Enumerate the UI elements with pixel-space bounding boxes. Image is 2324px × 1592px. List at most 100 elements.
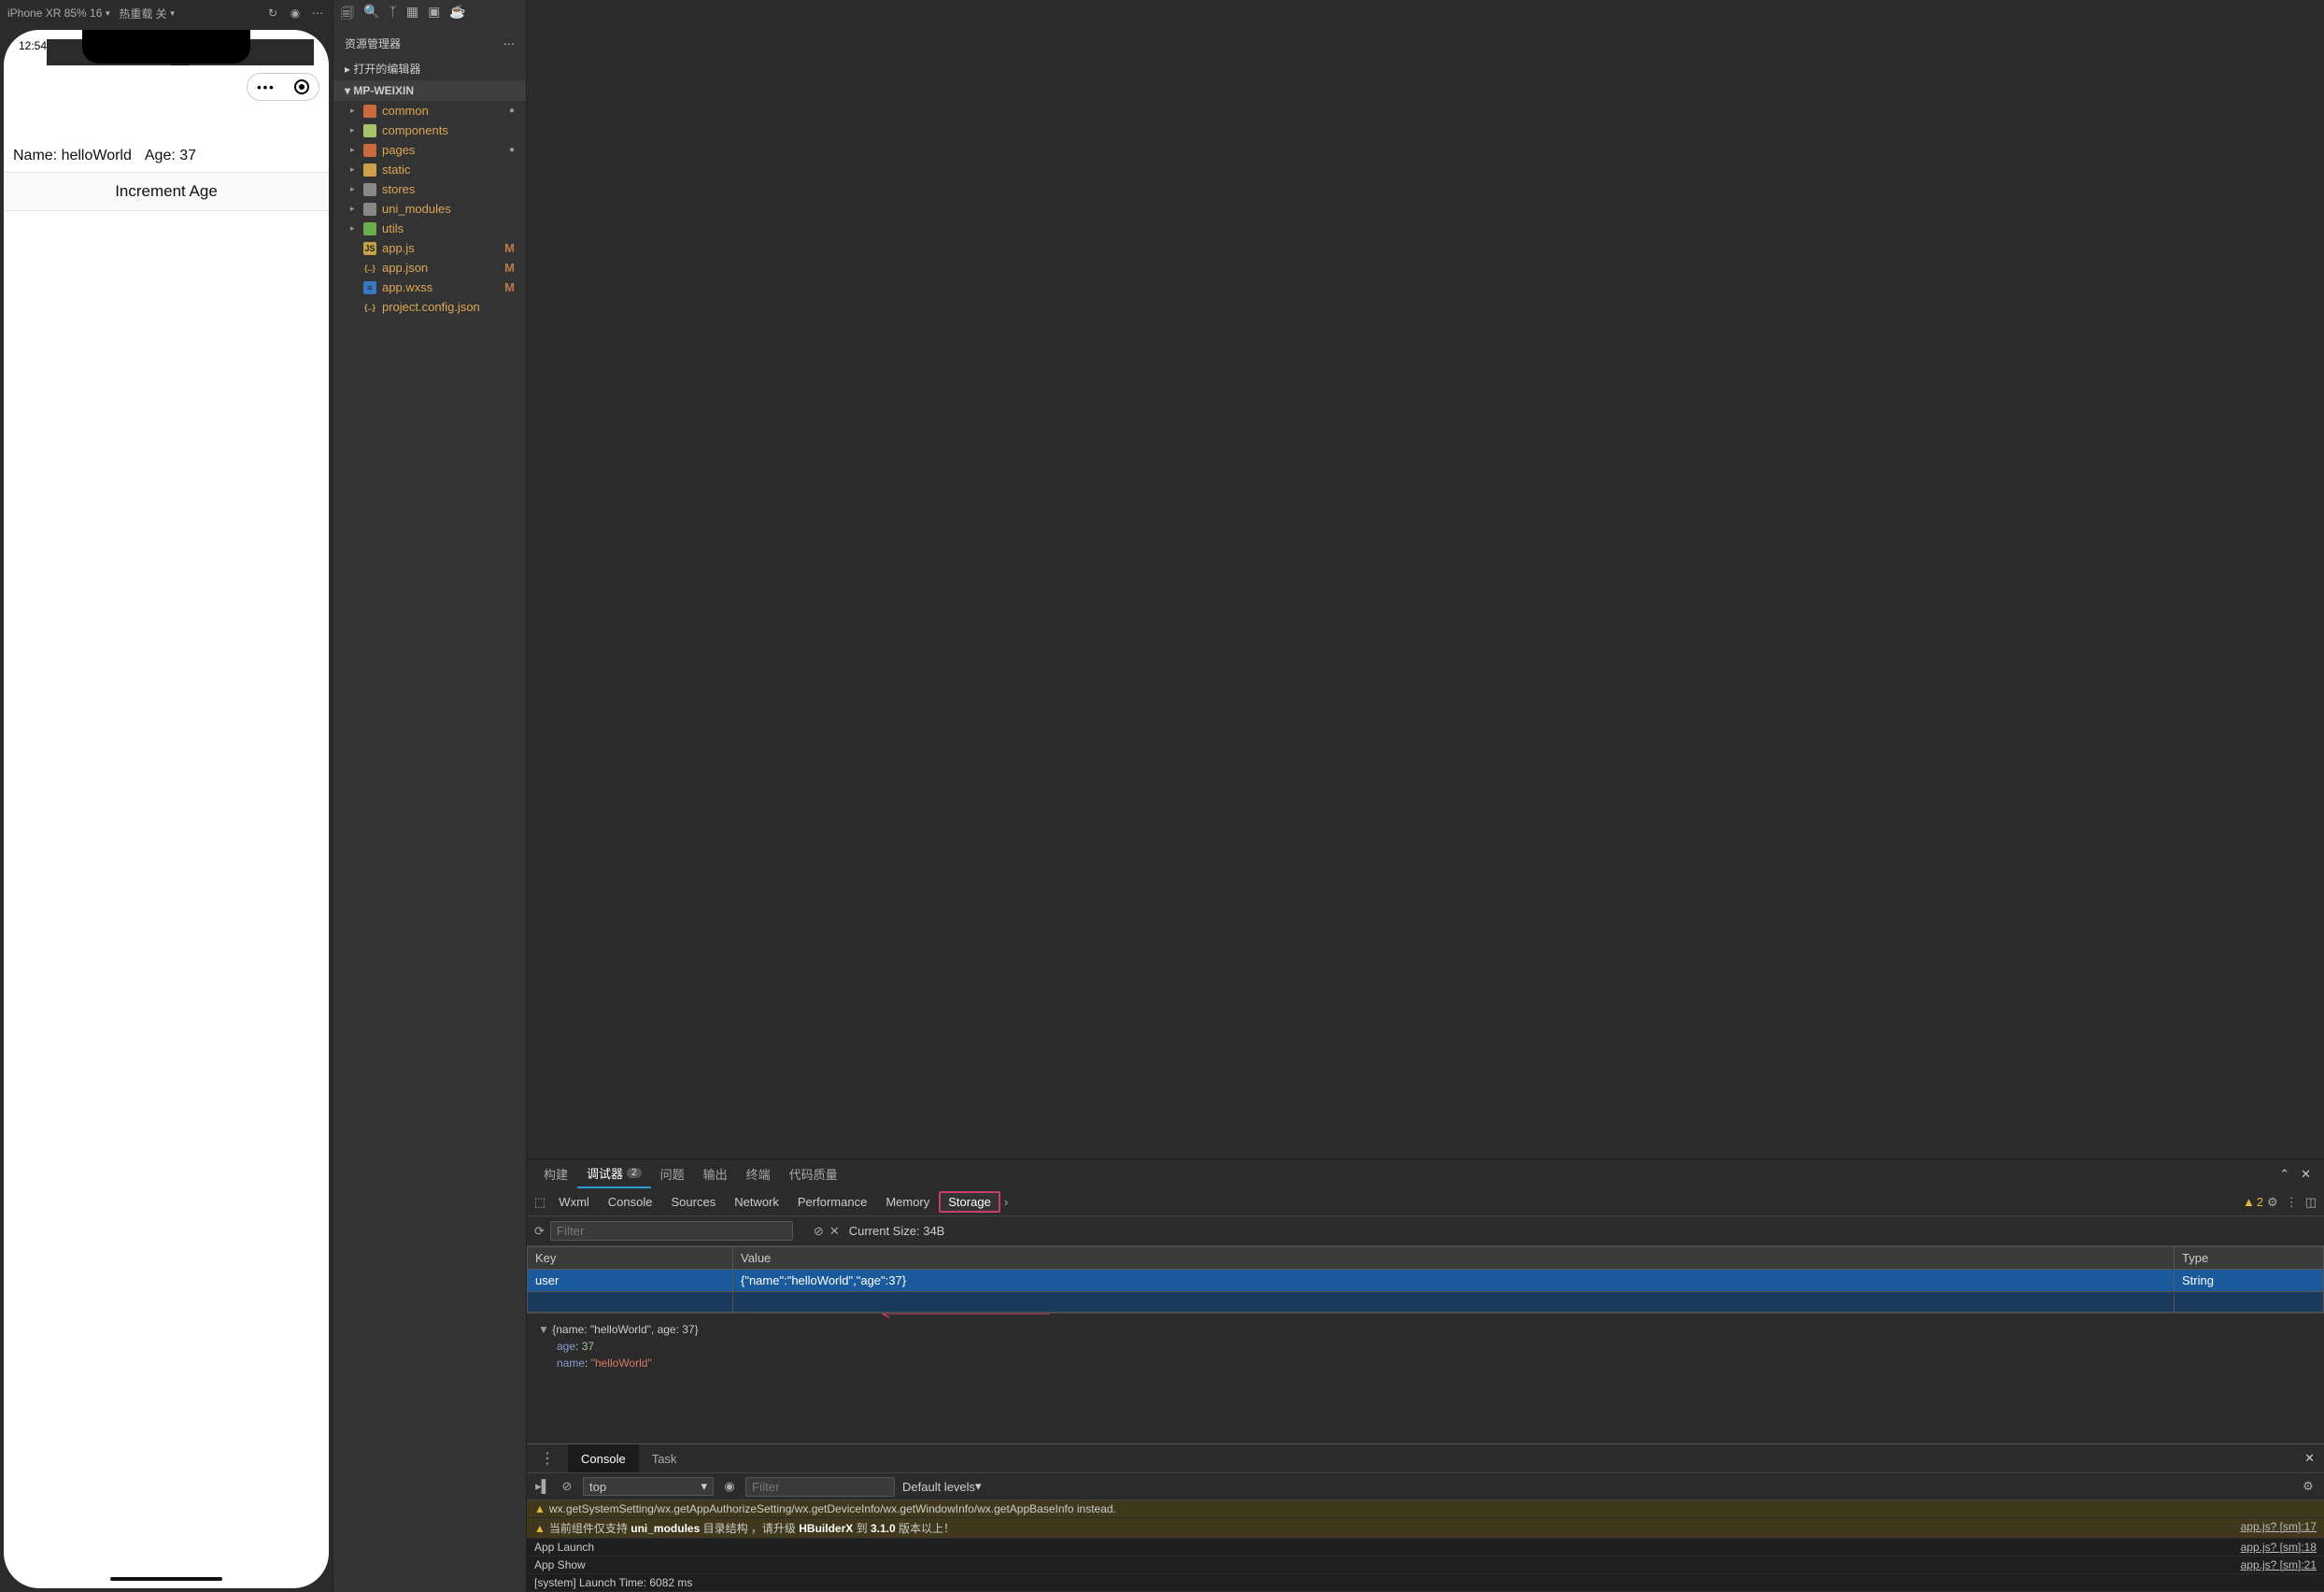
folder-label: static [382,163,410,177]
settings-icon[interactable]: ⚙ [2263,1195,2282,1210]
console-clear-icon[interactable]: ⊘ [559,1479,575,1494]
folder-stores[interactable]: ▸stores [333,179,526,199]
refresh-icon[interactable]: ↻ [265,7,280,20]
panel-close-icon[interactable]: ✕ [2295,1167,2317,1182]
tab-problems[interactable]: 问题 [651,1159,694,1188]
more-icon[interactable]: ⋯ [310,7,325,20]
console-close-icon[interactable]: ✕ [2295,1451,2324,1466]
tab-memory[interactable]: Memory [876,1195,939,1209]
tab-debugger[interactable]: 调试器2 [577,1159,651,1188]
folder-icon [363,144,376,157]
console-tab-task[interactable]: Task [639,1444,690,1472]
tab-network[interactable]: Network [725,1195,788,1209]
cloud-icon[interactable]: ☕ [449,4,465,26]
capsule-close-icon[interactable] [294,79,309,94]
tab-console[interactable]: Console [599,1195,662,1209]
storage-delete-icon[interactable]: ✕ [829,1224,840,1239]
storage-refresh-icon[interactable]: ⟳ [534,1224,545,1239]
modified-dot: ● [509,106,522,116]
files-icon[interactable]: 🗐 [341,4,354,26]
storage-clear-icon[interactable]: ⊘ [814,1224,824,1239]
increment-age-button[interactable]: Increment Age [4,172,329,211]
devtools-tabs: ⬚ Wxml Console Sources Network Performan… [527,1188,2324,1216]
storage-row-empty[interactable] [528,1292,2324,1313]
file-app.json[interactable]: {..}app.jsonM [333,258,526,277]
storage-value: {"name":"helloWorld","age":37} [733,1270,2175,1292]
name-label: Name: [13,148,57,163]
folder-uni_modules[interactable]: ▸uni_modules [333,199,526,219]
tab-build[interactable]: 构建 [534,1159,577,1188]
storage-filter-input[interactable] [550,1221,793,1241]
folder-components[interactable]: ▸components [333,121,526,140]
open-editors-section[interactable]: ▸ 打开的编辑器 [333,57,526,80]
tab-performance[interactable]: Performance [788,1195,876,1209]
explorer-more-icon[interactable]: ⋯ [503,37,515,50]
panel-collapse-icon[interactable]: ⌃ [2274,1167,2295,1182]
folder-pages[interactable]: ▸pages● [333,140,526,160]
dock-icon[interactable]: ◫ [2302,1195,2320,1210]
tab-output[interactable]: 输出 [694,1159,737,1188]
tabs-overflow-icon[interactable]: › [1000,1195,1012,1209]
miniapp-capsule[interactable]: ••• [247,73,319,101]
console-settings-icon[interactable]: ⚙ [2300,1479,2317,1494]
extensions-icon[interactable]: ▦ [406,4,418,26]
folder-icon [363,183,376,196]
file-label: project.config.json [382,300,480,314]
console-log-row[interactable]: App Launchapp.js? [sm]:18 [527,1539,2324,1556]
console-sidebar-icon[interactable]: ▸▌ [534,1479,551,1494]
folder-static[interactable]: ▸static [333,160,526,179]
console-log-row[interactable]: ▲当前组件仅支持 uni_modules 目录结构 ，请升级 HBuilderX… [527,1518,2324,1539]
tab-wxml[interactable]: Wxml [549,1195,599,1209]
storage-header-key[interactable]: Key [528,1247,733,1270]
modified-mark: M [504,280,522,294]
console-eye-icon[interactable]: ◉ [721,1479,738,1494]
folder-utils[interactable]: ▸utils [333,219,526,238]
file-app.wxss[interactable]: ≡app.wxssM [333,277,526,297]
capsule-menu-icon[interactable]: ••• [257,80,276,94]
log-source-link[interactable]: app.js? [sm]:18 [2241,1541,2317,1554]
hotreload-toggle[interactable]: 热重载 关▼ [119,6,176,21]
console-panel: ⋮ Console Task ✕ ▸▌ ⊘ top▾ ◉ Default lev… [527,1443,2324,1592]
console-log-row[interactable]: ▲wx.getSystemSetting/wx.getAppAuthorizeS… [527,1500,2324,1518]
warning-count[interactable]: ▲ 2 [2243,1195,2263,1209]
editor-devtools-panel: 构建 调试器2 问题 输出 终端 代码质量 ⌃ ✕ ⬚ Wxml Console… [527,0,2324,1592]
status-time: 12:54 [19,39,47,65]
storage-type: String [2175,1270,2324,1292]
file-project.config.json[interactable]: {..}project.config.json [333,297,526,317]
simulator-panel: iPhone XR 85% 16▼ 热重载 关▼ ↻ ◉ ⋯ 12:54 69%… [0,0,333,1592]
search-icon[interactable]: 🔍 [363,4,379,26]
chevron-right-icon: ▸ [350,184,358,194]
inspect-icon[interactable]: ⬚ [531,1195,549,1210]
project-root[interactable]: ▾ MP-WEIXIN [333,80,526,101]
kebab-icon[interactable]: ⋮ [2282,1195,2302,1210]
storage-header-type[interactable]: Type [2175,1247,2324,1270]
record-icon[interactable]: ◉ [288,7,303,20]
console-filter-input[interactable] [745,1477,895,1497]
log-source-link[interactable]: app.js? [sm]:21 [2241,1558,2317,1571]
log-source-link[interactable]: app.js? [sm]:17 [2241,1520,2317,1536]
file-icon: ≡ [363,281,376,294]
console-kebab-icon[interactable]: ⋮ [527,1444,568,1472]
phone-simulator: 12:54 69% ••• Name: helloWorld Age: 37 I… [4,30,329,1588]
tab-storage[interactable]: Storage [939,1191,1000,1213]
file-label: app.json [382,261,428,275]
tab-terminal[interactable]: 终端 [737,1159,780,1188]
storage-row[interactable]: user{"name":"helloWorld","age":37}String [528,1270,2324,1292]
preview-icon[interactable]: ▣ [428,4,440,26]
console-logs: ▲wx.getSystemSetting/wx.getAppAuthorizeS… [527,1500,2324,1592]
storage-header-value[interactable]: Value [733,1247,2175,1270]
console-log-row[interactable]: [system] Launch Time: 6082 ms [527,1574,2324,1592]
warning-icon: ▲ [534,1522,546,1535]
console-log-row[interactable]: App Showapp.js? [sm]:21 [527,1556,2324,1574]
tab-codequality[interactable]: 代码质量 [780,1159,847,1188]
console-tab-console[interactable]: Console [568,1444,639,1472]
storage-size-label: Current Size: 34B [849,1224,945,1238]
console-context-select[interactable]: top▾ [583,1477,714,1496]
file-icon: {..} [363,262,376,275]
console-levels-select[interactable]: Default levels ▾ [902,1479,982,1494]
file-app.js[interactable]: JSapp.jsM [333,238,526,258]
tab-sources[interactable]: Sources [662,1195,726,1209]
device-selector[interactable]: iPhone XR 85% 16▼ [7,7,111,20]
folder-common[interactable]: ▸common● [333,101,526,121]
branch-icon[interactable]: ᛉ [389,4,396,26]
